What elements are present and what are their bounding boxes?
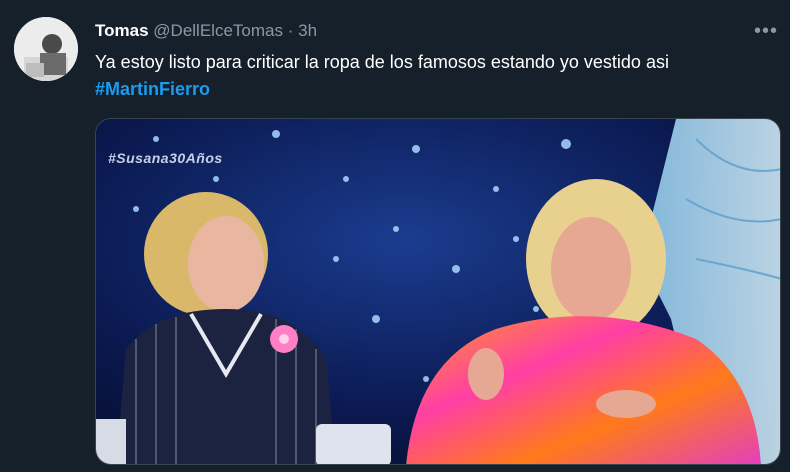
tweet-text: Ya estoy listo para criticar la ropa de … <box>95 49 775 103</box>
hashtag-link[interactable]: #MartinFierro <box>95 76 775 103</box>
tweet-header: Tomas @DellElceTomas · 3h <box>95 20 317 42</box>
user-handle[interactable]: @DellElceTomas <box>153 21 283 40</box>
media-image <box>96 119 780 464</box>
avatar-image <box>14 17 78 81</box>
tweet-media[interactable]: #Susana30Años <box>95 118 781 465</box>
media-watermark: #Susana30Años <box>108 150 223 166</box>
tweet-body: Ya estoy listo para criticar la ropa de … <box>95 52 669 72</box>
timestamp[interactable]: 3h <box>298 21 317 40</box>
avatar[interactable] <box>14 17 78 81</box>
separator-dot: · <box>287 21 294 40</box>
more-horizontal-icon[interactable]: ••• <box>754 21 778 41</box>
display-name[interactable]: Tomas <box>95 21 149 40</box>
